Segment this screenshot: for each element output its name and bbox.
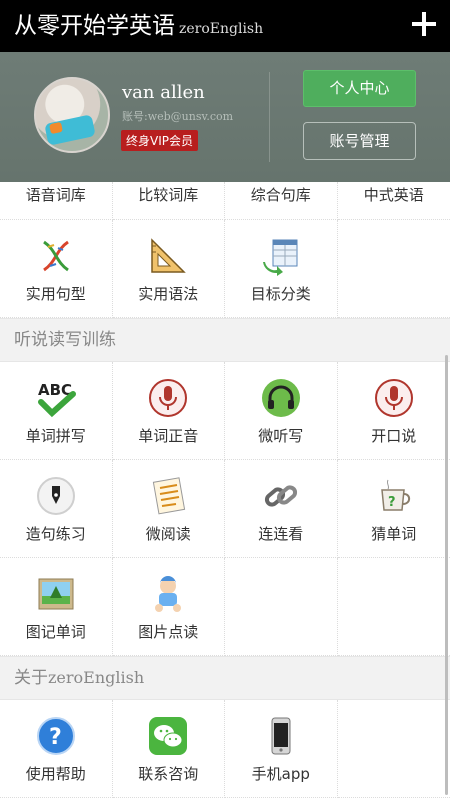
abc-check-icon: ABC bbox=[37, 381, 76, 418]
top-library-row: 语音词库 比较词库 综合句库 中式英语 bbox=[0, 182, 450, 220]
user-account: 账号:web@unsv.com bbox=[122, 110, 234, 123]
tile-label: 图记单词 bbox=[25, 623, 86, 641]
help-icon: ? bbox=[36, 717, 75, 755]
tile-label: 联系咨询 bbox=[138, 765, 199, 783]
tile-micro-reading[interactable]: 微阅读 bbox=[112, 460, 225, 558]
tile-sentence-patterns[interactable]: 实用句型 bbox=[0, 220, 113, 318]
section-about-prefix: 关于 bbox=[14, 668, 48, 688]
tile-label: 开口说 bbox=[371, 427, 417, 445]
tile-label: 单词正音 bbox=[138, 427, 199, 445]
tile-grammar[interactable]: 实用语法 bbox=[112, 220, 225, 318]
tile-label: 手机app bbox=[251, 765, 310, 783]
app-title-text: 从零开始学英语 bbox=[14, 13, 175, 39]
tile-micro-dictation[interactable]: 微听写 bbox=[225, 362, 338, 460]
tile-picture-reading[interactable]: 图片点读 bbox=[112, 558, 225, 656]
app-title: 从零开始学英语 zeroEnglish bbox=[14, 10, 263, 45]
tile-empty bbox=[337, 700, 450, 798]
tile-compare-library[interactable]: 比较词库 bbox=[112, 182, 225, 220]
training-grid: ABC 单词拼写 单词正音 微听写 开口说 造句练习 微阅读 连连看 ? 猜单词… bbox=[0, 362, 450, 656]
tile-label: 连连看 bbox=[258, 525, 304, 543]
picture-icon bbox=[38, 578, 74, 610]
tile-word-spelling[interactable]: ABC 单词拼写 bbox=[0, 362, 113, 460]
tile-empty bbox=[337, 558, 450, 656]
table-icon bbox=[262, 239, 298, 276]
section-about-name: zeroEnglish bbox=[48, 668, 145, 687]
tile-empty bbox=[337, 220, 450, 318]
tile-chinglish[interactable]: 中式英语 bbox=[337, 182, 450, 220]
user-name: van allen bbox=[122, 82, 205, 103]
tile-word-pronunciation[interactable]: 单词正音 bbox=[112, 362, 225, 460]
tile-speak[interactable]: 开口说 bbox=[337, 362, 450, 460]
tile-label: 中式英语 bbox=[363, 186, 424, 204]
tile-guess-word[interactable]: ? 猜单词 bbox=[337, 460, 450, 558]
tile-empty bbox=[225, 558, 338, 656]
ruler-icon bbox=[151, 238, 187, 273]
tile-label: 目标分类 bbox=[250, 285, 311, 303]
headphones-icon bbox=[261, 379, 300, 417]
tile-help[interactable]: ? 使用帮助 bbox=[0, 700, 113, 798]
profile-divider bbox=[269, 72, 270, 162]
chain-icon bbox=[264, 485, 297, 507]
document-icon bbox=[153, 477, 186, 515]
tools-grid: 实用句型 实用语法 目标分类 bbox=[0, 220, 450, 318]
tile-label: 比较词库 bbox=[138, 186, 199, 204]
svg-text:?: ? bbox=[49, 725, 62, 750]
tile-label: 造句练习 bbox=[25, 525, 86, 543]
tile-label: 语音词库 bbox=[25, 186, 86, 204]
section-about-header: 关于zeroEnglish bbox=[0, 656, 450, 700]
microphone-icon bbox=[374, 379, 413, 417]
tile-mobile-app[interactable]: 手机app bbox=[225, 700, 338, 798]
tile-contact[interactable]: 联系咨询 bbox=[112, 700, 225, 798]
account-manage-button[interactable]: 账号管理 bbox=[303, 122, 416, 160]
tile-label: 实用句型 bbox=[25, 285, 86, 303]
wechat-icon bbox=[149, 717, 188, 755]
baby-icon bbox=[155, 576, 182, 612]
scrollbar[interactable] bbox=[445, 355, 448, 795]
personal-center-button[interactable]: 个人中心 bbox=[303, 70, 416, 107]
plus-icon[interactable] bbox=[412, 12, 436, 36]
vip-badge: 终身VIP会员 bbox=[121, 130, 198, 151]
about-grid: ? 使用帮助 联系咨询 手机app bbox=[0, 700, 450, 798]
tile-label: 实用语法 bbox=[138, 285, 199, 303]
tile-target-category[interactable]: 目标分类 bbox=[225, 220, 338, 318]
app-bar: 从零开始学英语 zeroEnglish bbox=[0, 0, 450, 52]
dna-icon bbox=[42, 240, 69, 272]
tile-sentence-library[interactable]: 综合句库 bbox=[225, 182, 338, 220]
app-subtitle: zeroEnglish bbox=[179, 21, 264, 37]
tile-voice-library[interactable]: 语音词库 bbox=[0, 182, 113, 220]
pen-icon bbox=[36, 477, 75, 515]
tile-label: 单词拼写 bbox=[25, 427, 86, 445]
section-training-header: 听说读写训练 bbox=[0, 318, 450, 362]
tile-label: 微阅读 bbox=[145, 525, 191, 543]
phone-icon bbox=[271, 717, 291, 755]
tile-picture-words[interactable]: 图记单词 bbox=[0, 558, 113, 656]
svg-text:?: ? bbox=[388, 495, 396, 510]
tile-sentence-practice[interactable]: 造句练习 bbox=[0, 460, 113, 558]
tile-label: 微听写 bbox=[258, 427, 304, 445]
tile-label: 综合句库 bbox=[250, 186, 311, 204]
tile-label: 图片点读 bbox=[138, 623, 199, 641]
avatar[interactable] bbox=[34, 77, 110, 153]
tile-label: 使用帮助 bbox=[25, 765, 86, 783]
question-cup-icon: ? bbox=[380, 479, 410, 511]
tile-link-match[interactable]: 连连看 bbox=[225, 460, 338, 558]
microphone-icon bbox=[149, 379, 188, 417]
tile-label: 猜单词 bbox=[371, 525, 417, 543]
